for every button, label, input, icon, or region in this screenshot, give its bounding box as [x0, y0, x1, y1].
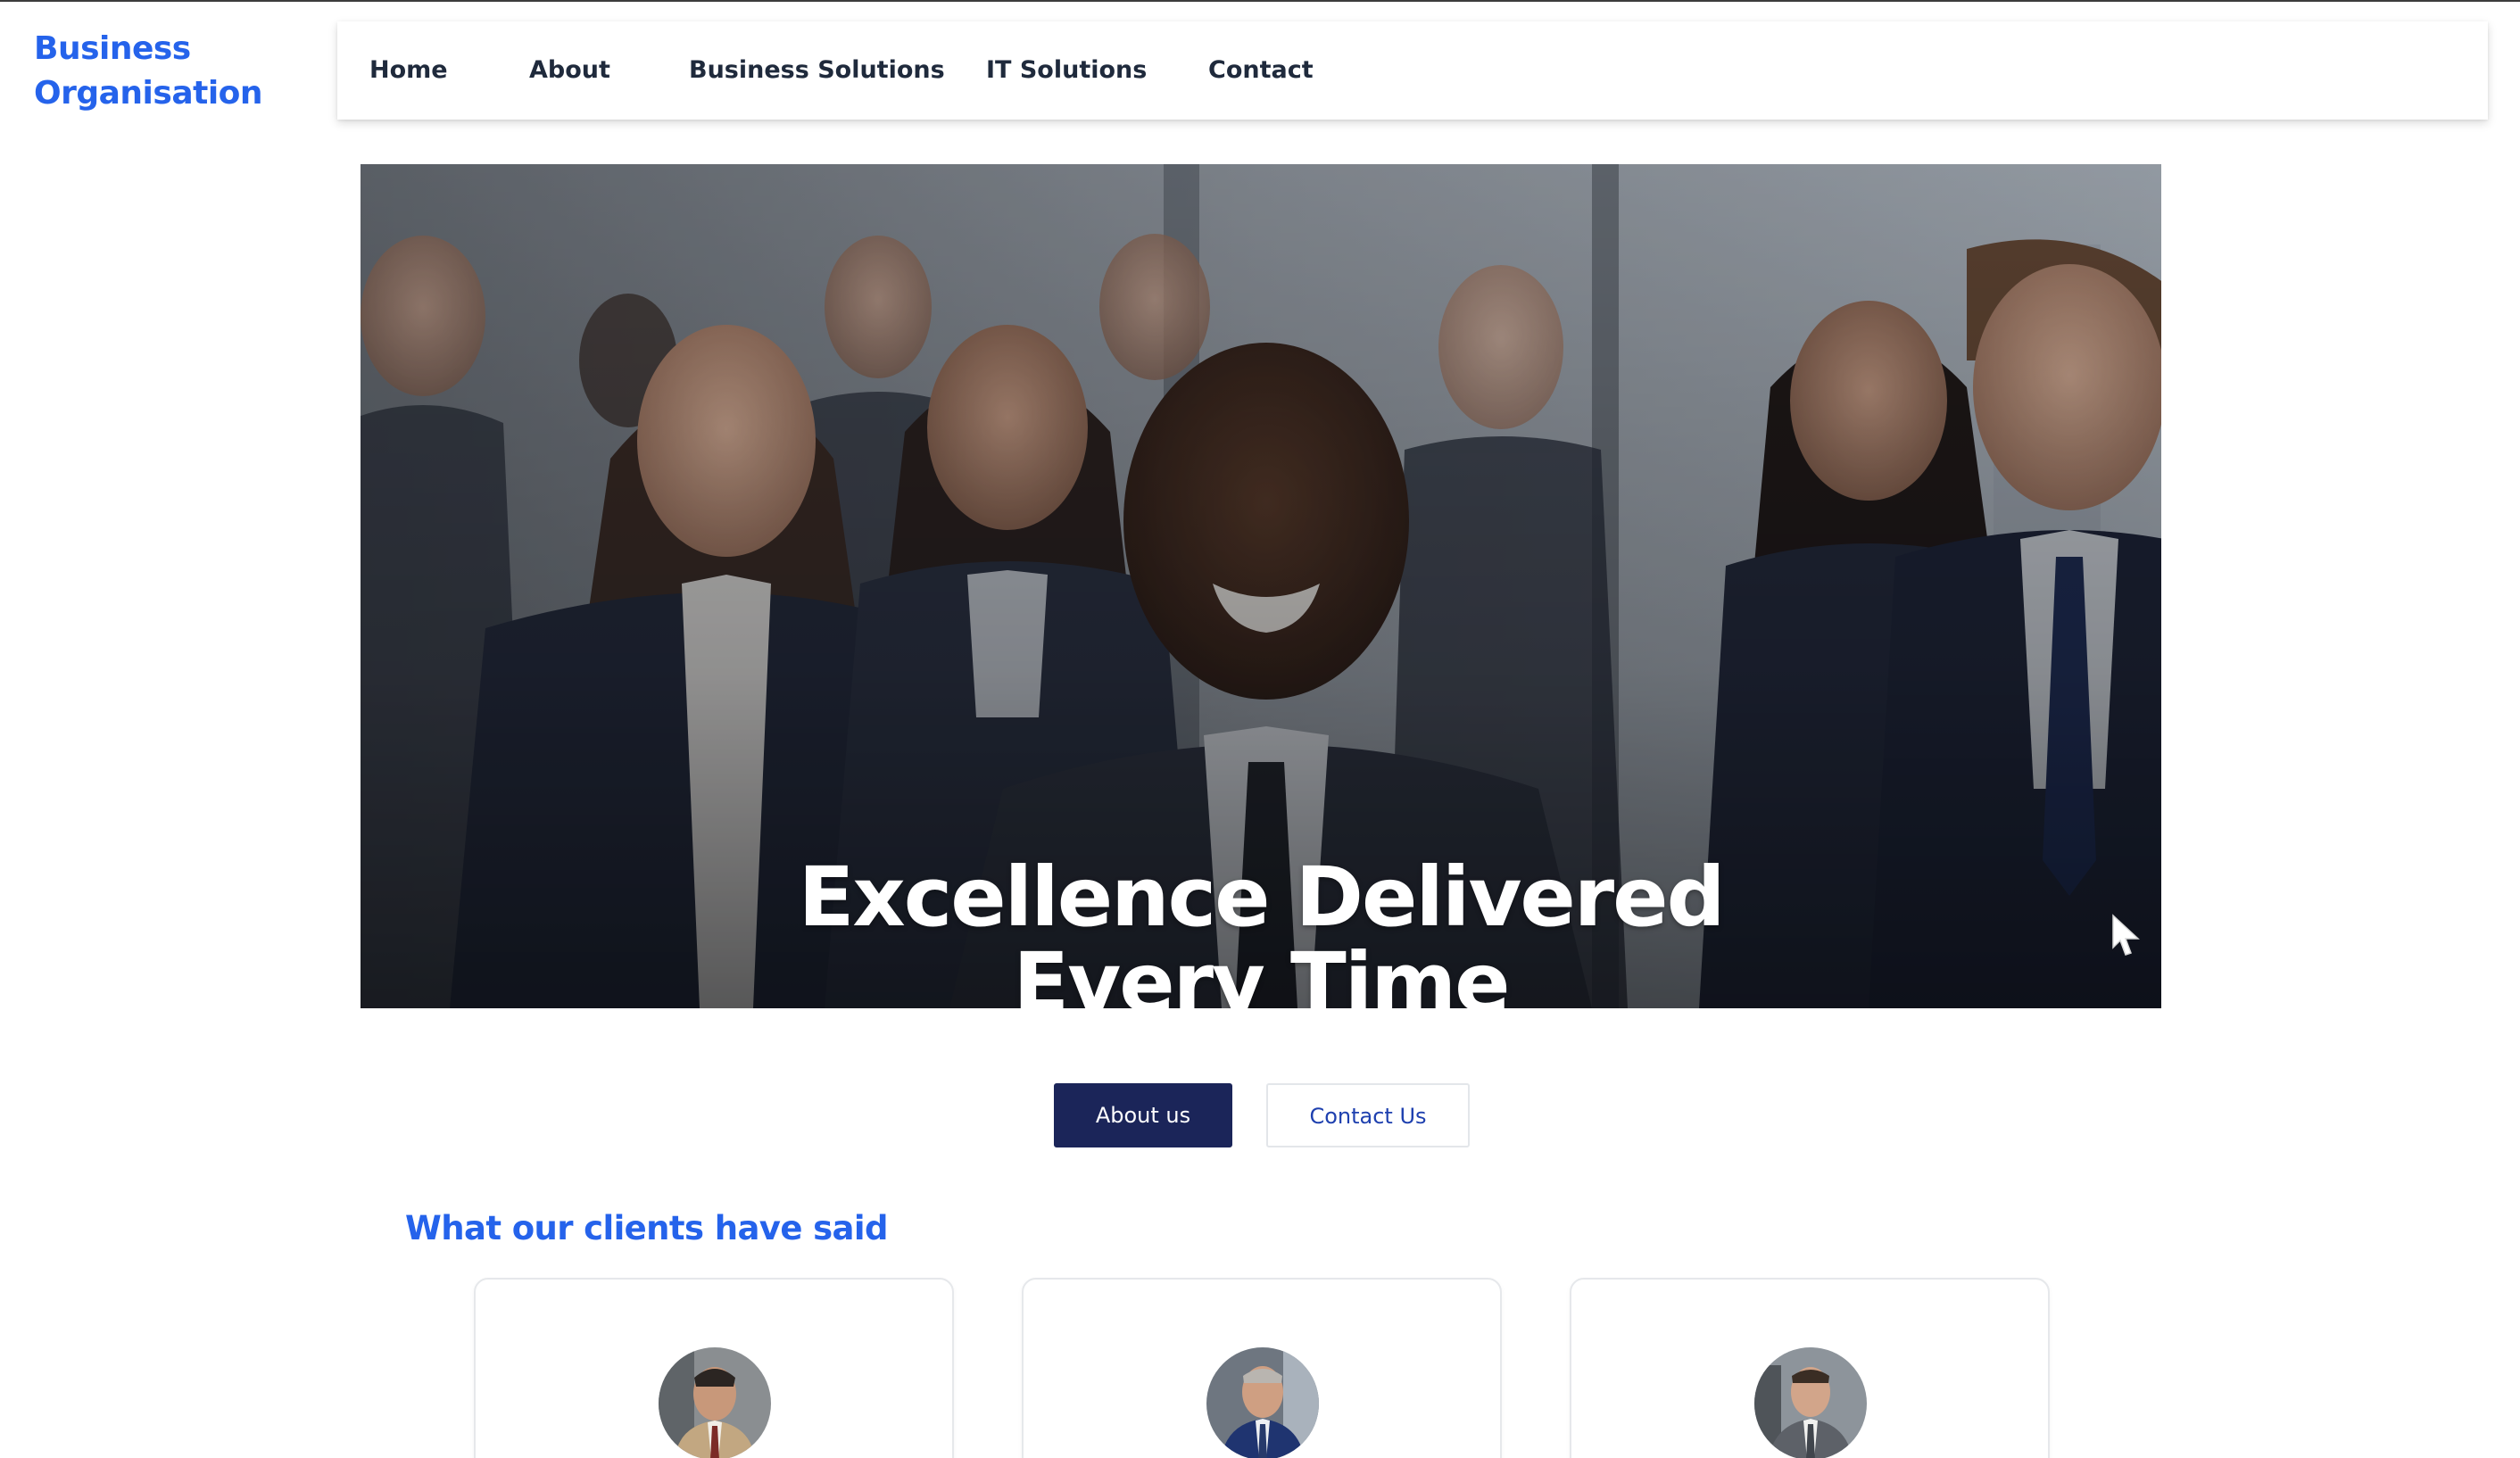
top-border: [0, 0, 2520, 2]
nav-business-solutions[interactable]: Business Solutions: [689, 21, 945, 120]
brand-line-2: Organisation: [34, 75, 263, 112]
testimonial-card: [1570, 1278, 2050, 1458]
testimonial-card: [474, 1278, 954, 1458]
nav-it-solutions[interactable]: IT Solutions: [986, 21, 1147, 120]
hero-title: Excellence Delivered Every Time: [361, 849, 2161, 1008]
hero-title-line-1: Excellence Delivered: [798, 849, 1726, 945]
client-avatar: [1206, 1347, 1319, 1458]
brand-logo[interactable]: Business Organisation: [34, 27, 302, 116]
nav-contact[interactable]: Contact: [1208, 21, 1314, 120]
brand-line-1: Business: [34, 30, 191, 67]
hero-banner: Excellence Delivered Every Time: [361, 164, 2161, 1008]
contact-us-button[interactable]: Contact Us: [1266, 1083, 1470, 1147]
main-navigation: Home About Business Solutions IT Solutio…: [337, 21, 2488, 120]
mouse-pointer-icon: [2112, 914, 2140, 956]
nav-home[interactable]: Home: [369, 21, 448, 120]
hero-title-line-2: Every Time: [1013, 934, 1510, 1008]
testimonial-card: [1022, 1278, 1502, 1458]
nav-about[interactable]: About: [529, 21, 610, 120]
client-avatar: [1754, 1347, 1867, 1458]
about-us-button[interactable]: About us: [1054, 1083, 1232, 1147]
page: Business Organisation Home About Busines…: [0, 0, 2520, 1458]
client-avatar: [659, 1347, 771, 1458]
testimonials-title: What our clients have said: [405, 1208, 888, 1247]
